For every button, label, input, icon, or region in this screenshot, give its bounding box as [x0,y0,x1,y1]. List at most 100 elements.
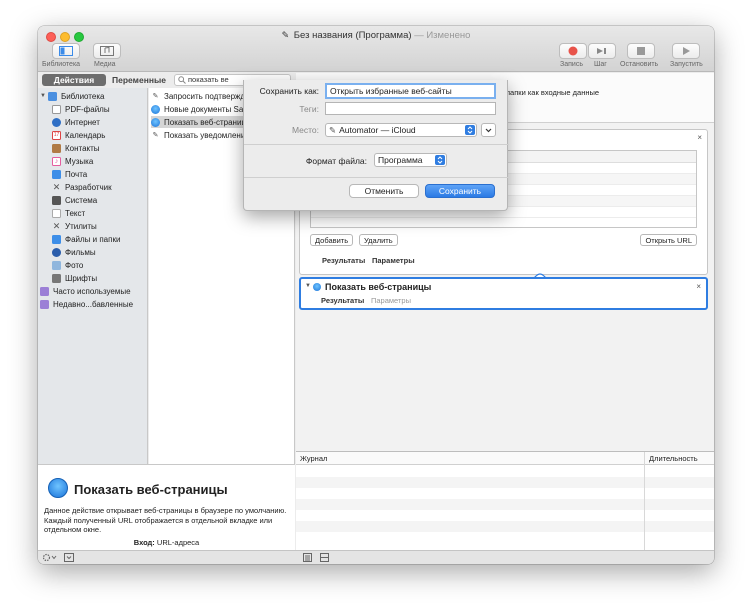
library-item-label: Фото [65,260,84,270]
library-item-label: Календарь [65,130,106,140]
library-item-label: Недавно...бавленные [53,299,134,309]
list-view-icon[interactable] [303,553,312,562]
library-item-internet[interactable]: Интернет [52,116,100,128]
library-frequent[interactable]: Часто используемые [40,285,131,297]
library-icon [59,46,73,56]
disclosure-open-icon[interactable]: ▼ [305,283,311,289]
library-item-label: Часто используемые [53,286,131,296]
description-input: Вход: URL-адреса [38,538,295,547]
stop-button[interactable] [627,43,655,59]
expand-dialog-button[interactable] [481,123,496,137]
library-root[interactable]: ▼ Библиотека [40,90,104,102]
smart-folder-icon [40,286,49,296]
file-format-label: Формат файла: [305,156,367,166]
library-item-label: Утилиты [65,221,97,231]
log-header: Журнал Длительность [296,452,714,465]
chevron-updown-icon [435,155,445,165]
library-label: Библиотека [42,61,81,68]
location-popup[interactable]: ✎ Automator — iCloud [325,123,477,137]
run-label: Запустить [670,61,703,68]
library-folder-icon [47,91,57,101]
tab-variables[interactable]: Переменные [108,74,170,86]
safari-compass-icon [48,478,68,498]
bottom-bar [38,550,714,564]
log-row [296,510,714,521]
log-row [296,488,714,499]
close-icon[interactable]: × [697,133,702,142]
disclosure-open-icon: ▼ [40,93,46,99]
safari-icon [151,104,160,114]
library-item-movies[interactable]: Фильмы [52,246,96,258]
cancel-button[interactable]: Отменить [349,184,419,198]
library-item-pdf[interactable]: PDF-файлы [52,103,110,115]
library-item-label: Система [65,195,98,205]
library-recent[interactable]: Недавно...бавленные [40,298,133,310]
run-button[interactable] [672,43,700,59]
log-journal-header[interactable]: Журнал [300,454,327,463]
save-button[interactable]: Сохранить [425,184,495,198]
card2-results-toggle[interactable]: Результаты [321,296,364,305]
stop-icon [637,47,645,55]
library-item-utilities[interactable]: ✕ Утилиты [52,220,97,232]
search-value: показать ве [188,75,229,84]
library-item-developer[interactable]: ✕ Разработчик [52,181,112,193]
library-item-label: Разработчик [65,182,112,192]
log-row [296,521,714,532]
record-button[interactable] [559,43,587,59]
library-item-contacts[interactable]: Контакты [52,142,100,154]
library-item-mail[interactable]: Почта [52,168,87,180]
log-column-divider [644,452,645,551]
column-view-icon[interactable] [320,553,329,562]
library-item-calendar[interactable]: 17 Календарь [52,129,105,141]
library-toggle-button[interactable] [52,43,80,59]
library-item-fonts[interactable]: Шрифты [52,272,97,284]
run-icon [683,47,690,55]
card2-options-toggle[interactable]: Параметры [371,296,411,305]
tab-actions[interactable]: Действия [42,74,106,86]
media-button[interactable] [93,43,121,59]
log-duration-header[interactable]: Длительность [649,454,698,463]
action-item-label: Показать уведомление [164,130,250,140]
description-toggle-icon[interactable] [64,553,74,562]
log-row [296,499,714,510]
log-row [296,466,714,477]
description-text: Данное действие открывает веб-страницы в… [44,506,287,534]
close-icon[interactable]: × [696,282,701,291]
library-item-label: Музыка [65,156,94,166]
divider [244,144,509,145]
smart-folder-icon [40,299,49,309]
step-label: Шаг [594,61,607,68]
add-url-button[interactable]: Добавить [310,234,354,246]
music-icon: ♪ [52,156,61,166]
library-item-system[interactable]: Система [52,194,97,206]
stop-label: Остановить [620,61,659,68]
library-item-files[interactable]: Файлы и папки [52,233,120,245]
text-document-icon [52,208,61,218]
library-item-label: PDF-файлы [65,104,110,114]
file-format-popup[interactable]: Программа [374,153,447,167]
action-item-label: Показать веб-страницы [164,117,252,127]
library-item-text[interactable]: Текст [52,207,85,219]
hammer-icon: ✕ [52,181,61,192]
library-item-music[interactable]: ♪ Музыка [52,155,93,167]
window-title-text: Без названия (Программа) [293,30,412,41]
file-format-value: Программа [378,155,423,165]
open-url-button[interactable]: Открыть URL [640,234,697,246]
safari-icon [151,117,160,127]
tags-field[interactable] [325,102,496,115]
finder-icon [52,234,61,244]
window-title: ✎ Без названия (Программа) — Изменено [38,30,714,41]
input-value: URL-адреса [156,538,200,547]
card1-options-toggle[interactable]: Параметры [372,256,415,265]
gear-icon[interactable] [42,553,60,562]
save-as-field[interactable]: Открыть избранные веб-сайты [325,83,496,99]
calendar-icon: 17 [52,130,61,140]
library-item-label: Текст [65,208,86,218]
photos-icon [52,260,61,270]
card1-results-toggle[interactable]: Результаты [322,256,365,265]
delete-url-button[interactable]: Удалить [359,234,398,246]
step-button[interactable] [588,43,616,59]
library-item-photos[interactable]: Фото [52,259,83,271]
log-pane: Журнал Длительность [296,451,714,551]
description-pane: Показать веб-страницы Данное действие от… [38,464,295,550]
